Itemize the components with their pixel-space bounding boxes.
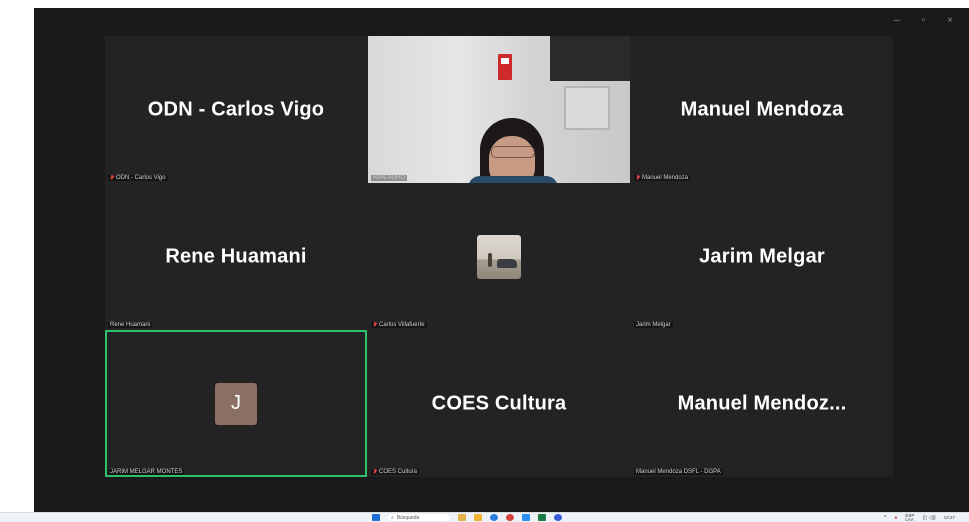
folder-icon[interactable] — [474, 514, 482, 521]
participant-name-label: Manuel Mendoza DSFL - DGPA — [636, 469, 721, 475]
participant-display-name: Manuel Mendoza — [680, 98, 844, 120]
participant-display-name: Manuel Mendoz... — [677, 392, 847, 414]
video-person-shirt — [468, 176, 558, 183]
zoom-app-icon[interactable] — [522, 514, 530, 521]
window-controls: – ▫ × — [894, 16, 953, 26]
participant-tile-carlos-vigo[interactable]: ODN - Carlos Vigo ODN - Carlos Vigo — [105, 36, 367, 183]
participant-name-label: Rene Huamani — [110, 322, 151, 328]
participant-name-tag: Carlos Villafuerte — [371, 322, 427, 328]
video-background-frame — [564, 86, 610, 130]
alert-icon[interactable]: ● — [894, 515, 897, 521]
participant-display-name: Rene Huamani — [165, 245, 307, 267]
avatar: J — [215, 382, 257, 425]
video-person-glasses — [491, 146, 535, 158]
taskbar-search-box[interactable]: ⌕ Búsqueda — [388, 514, 450, 521]
search-placeholder: Búsqueda — [396, 514, 420, 521]
video-grid: ODN - Carlos Vigo ODN - Carlos Vigo RAN.… — [105, 36, 893, 477]
windows-taskbar: ⌕ Búsqueda ^ ● ESP LAA ◰ ◁)) 12:27 — [0, 512, 969, 522]
avatar-photo-car — [497, 258, 517, 268]
participant-display-name: ODN - Carlos Vigo — [147, 98, 325, 120]
participant-name-tag: RAN.AGRO — [371, 175, 408, 181]
participant-name-tag: JARIM MELGAR MONTES — [108, 469, 185, 475]
mic-muted-icon — [110, 175, 114, 181]
avatar-photo-person — [488, 252, 492, 267]
participant-name-tag: ODN - Carlos Vigo — [108, 175, 168, 181]
participant-name-tag: Manuel Mendoza — [634, 175, 691, 181]
participant-tile-jarim-melgar[interactable]: Jarim Melgar Jarim Melgar — [631, 183, 893, 330]
mic-muted-icon — [373, 469, 377, 475]
participant-name-tag: Manuel Mendoza DSFL - DGPA — [634, 469, 723, 475]
participant-name-label: COES Cultura — [379, 469, 418, 475]
mic-muted-icon — [636, 175, 640, 181]
participant-name-label: ODN - Carlos Vigo — [116, 175, 166, 181]
participant-name-label: Manuel Mendoza — [642, 175, 689, 181]
chevron-up-icon[interactable]: ^ — [884, 515, 886, 521]
participant-name-tag: Rene Huamani — [108, 322, 153, 328]
edge-browser-icon[interactable] — [490, 514, 498, 521]
taskbar-apps: ⌕ Búsqueda — [372, 513, 562, 522]
participant-display-name: COES Cultura — [431, 392, 567, 414]
video-background-sign-label — [501, 58, 509, 64]
participant-name-tag: Jarim Melgar — [634, 322, 673, 328]
participant-tile-manuel-mendoza-dgpa[interactable]: Manuel Mendoz... Manuel Mendoza DSFL - D… — [631, 330, 893, 477]
video-background-dark — [550, 36, 630, 81]
profile-photo-avatar — [477, 234, 521, 279]
participant-name-label: RAN.AGRO — [373, 175, 406, 181]
participant-name-label: JARIM MELGAR MONTES — [110, 469, 183, 475]
language-layout: LAA — [905, 516, 914, 522]
file-explorer-icon[interactable] — [458, 514, 466, 521]
camera-video-feed — [368, 36, 630, 183]
participant-tile-coes-cultura[interactable]: COES Cultura COES Cultura — [368, 330, 630, 477]
participant-tile-manuel-mendoza[interactable]: Manuel Mendoza Manuel Mendoza — [631, 36, 893, 183]
participant-tile-video[interactable]: RAN.AGRO — [368, 36, 630, 183]
participant-display-name: Jarim Melgar — [699, 245, 825, 267]
search-icon: ⌕ — [391, 514, 394, 521]
chrome-browser-icon[interactable] — [506, 514, 514, 521]
close-button[interactable]: × — [947, 16, 953, 26]
restore-button[interactable]: ▫ — [922, 16, 926, 26]
network-volume-icons[interactable]: ◰ ◁)) — [922, 515, 935, 521]
system-tray: ^ ● ESP LAA ◰ ◁)) 12:27 — [884, 513, 955, 522]
participant-name-label: Jarim Melgar — [636, 322, 671, 328]
participant-tile-carlos-villafuerte[interactable]: Carlos Villafuerte — [368, 183, 630, 330]
app-icon[interactable] — [554, 514, 562, 521]
excel-app-icon[interactable] — [538, 514, 546, 521]
clock-time: 12:27 — [943, 514, 955, 520]
windows-start-icon[interactable] — [372, 514, 380, 521]
minimize-button[interactable]: – — [894, 16, 900, 26]
participant-name-tag: COES Cultura — [371, 469, 420, 475]
participant-tile-jarim-melgar-montes[interactable]: J JARIM MELGAR MONTES — [105, 330, 367, 477]
participant-tile-rene-huamani[interactable]: Rene Huamani Rene Huamani — [105, 183, 367, 330]
clock[interactable]: 12:27 — [943, 514, 955, 520]
mic-muted-icon — [373, 322, 377, 328]
participant-name-label: Carlos Villafuerte — [379, 322, 425, 328]
language-indicator[interactable]: ESP LAA — [905, 513, 914, 522]
